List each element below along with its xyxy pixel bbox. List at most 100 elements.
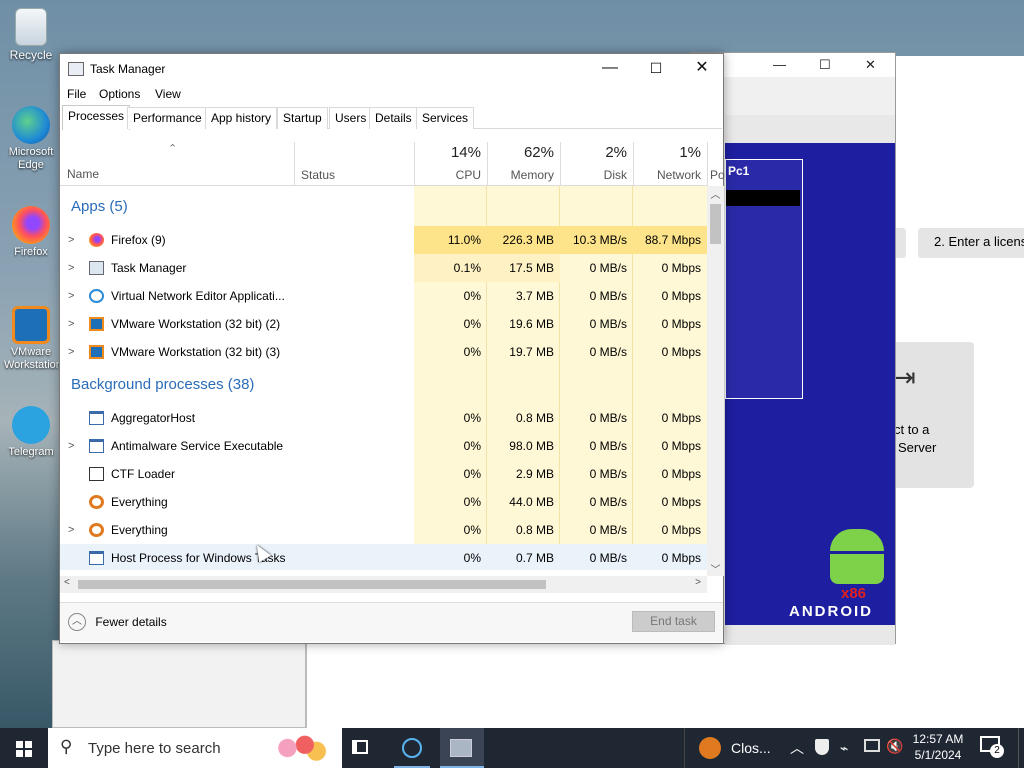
volume-muted-icon[interactable]: 🔇	[886, 738, 903, 755]
disk-value: 0 MB/s	[589, 411, 627, 425]
scroll-right-icon[interactable]: >	[695, 577, 701, 588]
background-group-header[interactable]: Background processes (38)	[71, 376, 254, 393]
minimize-icon[interactable]: —	[773, 57, 786, 72]
process-row[interactable]: CTF Loader 0% 2.9 MB 0 MB/s 0 Mbps	[60, 460, 707, 488]
col-network[interactable]: 1% Network	[633, 142, 707, 186]
notification-center-button[interactable]: 2	[980, 736, 1004, 758]
everything-search-icon	[89, 523, 104, 537]
process-row[interactable]: Host Process for Windows Tasks 0% 0.7 MB 0 …	[60, 544, 707, 570]
expand-chevron-icon[interactable]: >	[68, 338, 74, 366]
show-desktop-button[interactable]	[1018, 728, 1024, 768]
tab-app-history[interactable]: App history	[205, 107, 278, 129]
expand-chevron-icon[interactable]: >	[68, 432, 74, 460]
vmware-icon	[89, 317, 104, 331]
task-manager-icon	[450, 739, 472, 757]
process-row[interactable]: > Task Manager 0.1% 17.5 MB 0 MB/s 0 Mbps	[60, 254, 707, 282]
process-row[interactable]: > Firefox (9) 11.0% 226.3 MB 10.3 MB/s 88.7 M…	[60, 226, 707, 254]
network-monitor-icon[interactable]	[864, 739, 880, 752]
desktop-icon-vmware[interactable]: VMware Workstation	[4, 306, 62, 372]
col-memory[interactable]: 62% Memory	[487, 142, 560, 186]
process-row[interactable]: > VMware Workstation (32 bit) (3) 0% 19.7 M…	[60, 338, 707, 366]
vm-screen[interactable]: Pc1 x86 ANDROID	[725, 143, 895, 643]
search-icon: ⚲	[60, 737, 73, 756]
disk-value: 10.3 MB/s	[560, 226, 633, 254]
start-button[interactable]	[0, 728, 48, 768]
expand-chevron-icon[interactable]: >	[68, 282, 74, 310]
fewer-details-button[interactable]: ︿ Fewer details	[68, 613, 167, 631]
memory-value: 98.0 MB	[509, 439, 554, 453]
tab-processes[interactable]: Processes	[62, 105, 131, 130]
enter-license-button[interactable]: 2. Enter a licens	[918, 228, 1024, 258]
globe-icon	[89, 289, 104, 303]
close-icon[interactable]: ✕	[865, 57, 876, 73]
expand-chevron-icon[interactable]: >	[68, 310, 74, 338]
horizontal-scrollbar[interactable]: < >	[60, 576, 707, 593]
apps-group-header[interactable]: Apps (5)	[71, 198, 128, 215]
security-shield-icon[interactable]	[815, 739, 829, 755]
desktop-icon-edge[interactable]: Microsoft Edge	[4, 106, 58, 172]
menu-options[interactable]: Options	[99, 87, 140, 101]
desktop-icon-recycle[interactable]: Recycle	[4, 8, 58, 62]
process-row[interactable]: > Virtual Network Editor Applicati... 0% 3.…	[60, 282, 707, 310]
cpu-value: 0.1%	[414, 254, 487, 282]
memory-value: 2.9 MB	[515, 467, 554, 481]
horizontal-scrollbar-thumb[interactable]	[78, 580, 546, 589]
disk-value: 0 MB/s	[589, 467, 627, 481]
maximize-icon[interactable]: ☐	[819, 57, 831, 73]
cpu-value: 0%	[463, 495, 481, 509]
expand-chevron-icon[interactable]: >	[68, 226, 74, 254]
process-name: VMware Workstation (32 bit) (2)	[111, 317, 281, 331]
col-status[interactable]: Status	[294, 142, 414, 186]
col-cpu[interactable]: 14% CPU	[414, 142, 487, 186]
firefox-icon	[12, 206, 50, 244]
tab-performance[interactable]: Performance	[127, 107, 208, 129]
desktop-icon-telegram[interactable]: Telegram	[4, 406, 58, 458]
background-window-left	[52, 640, 306, 728]
tab-startup[interactable]: Startup	[277, 107, 328, 129]
expand-chevron-icon[interactable]: >	[68, 516, 74, 544]
taskbar: ⚲ Type here to search Clos... ︿ ⌁ 🔇 12:5…	[0, 728, 1024, 768]
process-row[interactable]: > VMware Workstation (32 bit) (2) 0% 19.6 M…	[60, 310, 707, 338]
scroll-left-icon[interactable]: <	[64, 577, 70, 588]
menu-view[interactable]: View	[155, 87, 181, 101]
col-name[interactable]: Name	[67, 167, 99, 181]
scrollbar-thumb[interactable]	[710, 204, 721, 244]
connect-server-card[interactable]: ⇥ ct to a Server	[884, 342, 974, 488]
tab-services[interactable]: Services	[416, 107, 475, 129]
col-disk[interactable]: 2% Disk	[560, 142, 633, 186]
expand-chevron-icon[interactable]: >	[68, 254, 74, 282]
process-row[interactable]: > Antimalware Service Executable 0% 98.0 MB…	[60, 432, 707, 460]
taskbar-notification-app[interactable]: Clos...	[684, 728, 780, 768]
show-hidden-icons-chevron-icon[interactable]: ︿	[790, 738, 804, 758]
vertical-scrollbar[interactable]: ︿ ﹀	[707, 186, 724, 576]
taskbar-task-manager[interactable]	[440, 728, 484, 768]
desktop-icon-firefox[interactable]: Firefox	[4, 206, 58, 258]
network-value: 0 Mbps	[661, 467, 701, 481]
network-disconnected-icon[interactable]: ⌁	[840, 740, 848, 757]
taskbar-network-editor[interactable]	[394, 728, 430, 768]
taskbar-search-box[interactable]: ⚲ Type here to search	[48, 728, 342, 768]
end-task-button[interactable]: End task	[632, 611, 715, 632]
column-header-row: ⌃ Name Status 14% CPU 62% Memory 2% Disk…	[60, 142, 725, 186]
tab-details[interactable]: Details	[369, 107, 418, 129]
chevron-up-circle-icon: ︿	[68, 613, 86, 631]
minimize-button[interactable]: —	[587, 54, 633, 84]
network-value: 0 Mbps	[661, 317, 701, 331]
process-list: Apps (5) Background processes (38) > Fire…	[60, 186, 707, 570]
col-power[interactable]: Po	[707, 142, 725, 186]
task-view-button[interactable]	[344, 728, 378, 768]
process-row[interactable]: AggregatorHost 0% 0.8 MB 0 MB/s 0 Mbps	[60, 404, 707, 432]
process-row[interactable]: Everything 0% 44.0 MB 0 MB/s 0 Mbps	[60, 488, 707, 516]
scroll-down-icon[interactable]: ﹀	[707, 561, 724, 576]
tab-users[interactable]: Users	[329, 107, 373, 129]
scroll-up-icon[interactable]: ︿	[707, 186, 724, 201]
process-name: Antimalware Service Executable	[111, 439, 284, 453]
process-row[interactable]: > Everything 0% 0.8 MB 0 MB/s 0 Mbps	[60, 516, 707, 544]
task-manager-titlebar[interactable]: Task Manager — ☐ ✕	[60, 54, 723, 84]
maximize-button[interactable]: ☐	[633, 54, 679, 84]
close-button[interactable]: ✕	[679, 54, 725, 84]
clock[interactable]: 12:57 AM 5/1/2024	[906, 731, 970, 763]
menu-file[interactable]: File	[67, 87, 86, 101]
disk-value: 0 MB/s	[589, 345, 627, 359]
memory-value: 0.8 MB	[515, 411, 554, 425]
